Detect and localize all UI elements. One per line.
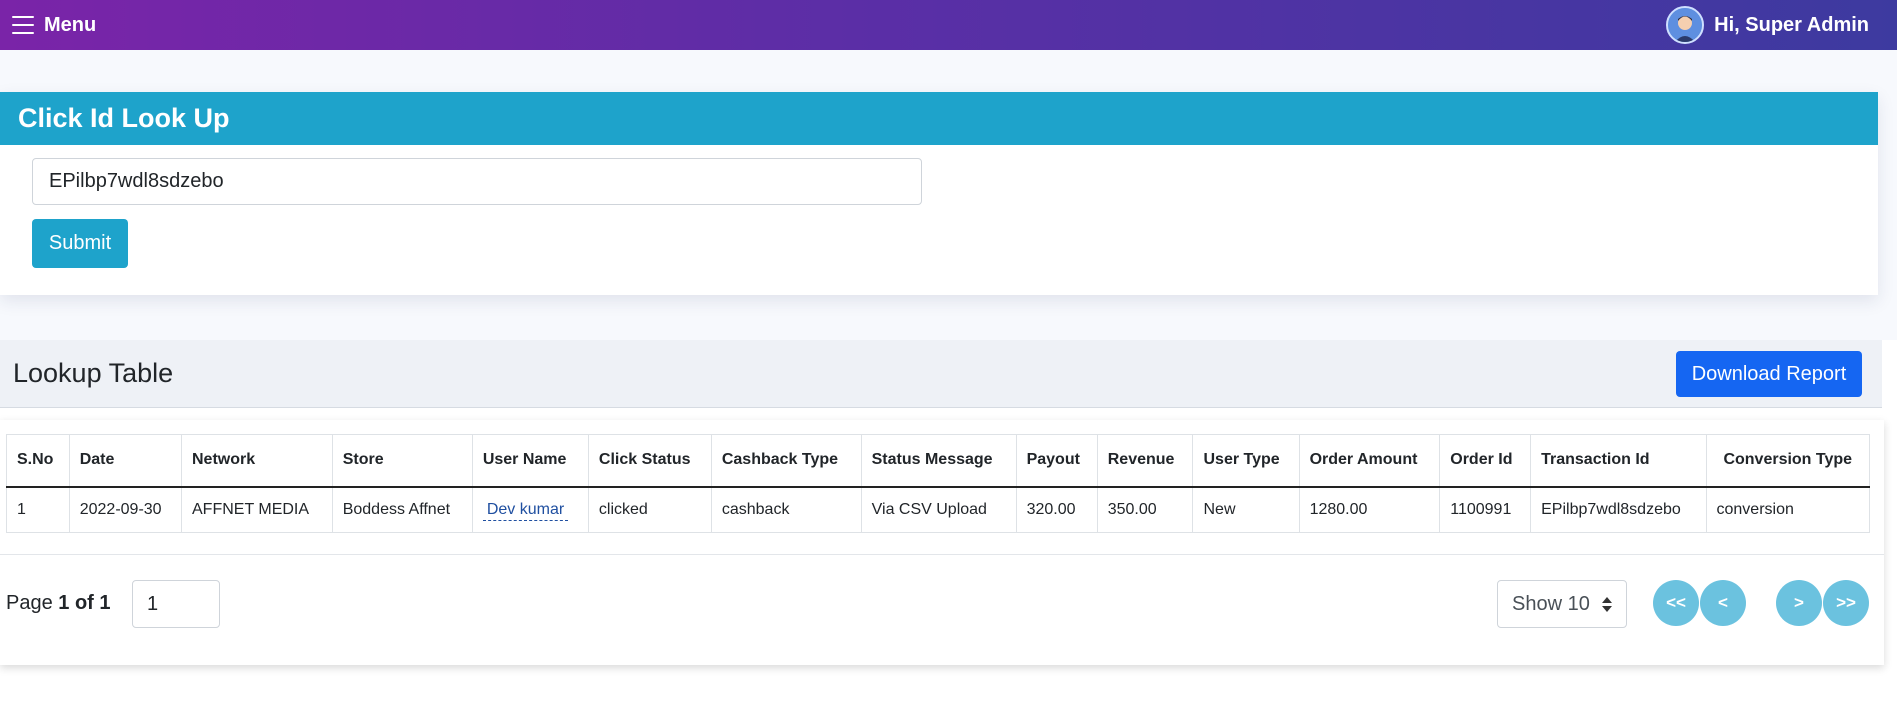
lookup-table-header: Lookup Table Download Report bbox=[0, 340, 1882, 408]
cell-sno: 1 bbox=[6, 486, 70, 533]
page-number-input[interactable] bbox=[132, 580, 220, 628]
column-header-store: Store bbox=[331, 434, 473, 488]
column-header-order-id: Order Id bbox=[1439, 434, 1532, 488]
column-header-sno: S.No bbox=[6, 434, 70, 488]
column-header-transaction-id: Transaction Id bbox=[1530, 434, 1707, 488]
column-header-user-type: User Type bbox=[1192, 434, 1300, 488]
cell-click-status: clicked bbox=[587, 486, 712, 533]
column-header-date: Date bbox=[68, 434, 183, 488]
cell-user-name: Dev kumar bbox=[471, 486, 589, 533]
lookup-table: S.No Date Network Store User Name Click … bbox=[6, 434, 1870, 533]
column-header-order-amount: Order Amount bbox=[1298, 434, 1441, 488]
column-header-revenue: Revenue bbox=[1096, 434, 1194, 488]
table-header-row: S.No Date Network Store User Name Click … bbox=[6, 434, 1870, 488]
next-page-button[interactable]: > bbox=[1776, 580, 1822, 626]
user-name-link[interactable]: Dev kumar bbox=[482, 500, 569, 521]
top-navbar: Menu Hi, Super Admin bbox=[0, 0, 1897, 50]
cell-payout: 320.00 bbox=[1015, 486, 1098, 533]
cell-transaction-id: EPilbp7wdl8sdzebo bbox=[1530, 486, 1707, 533]
first-page-button[interactable]: << bbox=[1653, 580, 1699, 626]
menu-toggle-button[interactable]: Menu bbox=[12, 10, 96, 40]
column-header-network: Network bbox=[181, 434, 333, 488]
table-row: 1 2022-09-30 AFFNET MEDIA Boddess Affnet… bbox=[6, 486, 1870, 533]
hamburger-icon bbox=[12, 16, 34, 34]
menu-label: Menu bbox=[44, 13, 97, 36]
column-header-cashback-type: Cashback Type bbox=[710, 434, 862, 488]
lookup-card-title: Click Id Look Up bbox=[18, 103, 230, 133]
column-header-user-name: User Name bbox=[471, 434, 589, 488]
click-id-input[interactable] bbox=[32, 158, 922, 205]
page-size-value: Show 10 bbox=[1512, 592, 1590, 615]
page-status: 1 of 1 bbox=[58, 592, 111, 614]
cell-user-type: New bbox=[1192, 486, 1300, 533]
cell-order-id: 1100991 bbox=[1439, 486, 1532, 533]
user-avatar-icon bbox=[1668, 8, 1703, 42]
submit-button[interactable]: Submit bbox=[32, 219, 128, 268]
select-arrows-icon bbox=[1602, 597, 1612, 612]
user-menu[interactable]: Hi, Super Admin bbox=[1666, 4, 1869, 46]
cell-conversion-type: conversion bbox=[1705, 486, 1870, 533]
cell-network: AFFNET MEDIA bbox=[181, 486, 333, 533]
last-page-button[interactable]: >> bbox=[1823, 580, 1869, 626]
user-greeting: Hi, Super Admin bbox=[1714, 13, 1869, 36]
cell-status-message: Via CSV Upload bbox=[860, 486, 1017, 533]
column-header-click-status: Click Status bbox=[587, 434, 712, 488]
table-footer-divider bbox=[0, 554, 1884, 555]
page-size-select[interactable]: Show 10 bbox=[1497, 580, 1627, 628]
avatar bbox=[1666, 6, 1705, 44]
download-report-button[interactable]: Download Report bbox=[1676, 351, 1862, 397]
lookup-card-header: Click Id Look Up bbox=[0, 92, 1878, 145]
column-header-payout: Payout bbox=[1015, 434, 1098, 488]
lookup-table-card: S.No Date Network Store User Name Click … bbox=[0, 420, 1884, 665]
previous-page-button[interactable]: < bbox=[1700, 580, 1746, 626]
page-prefix: Page bbox=[6, 592, 53, 614]
cell-date: 2022-09-30 bbox=[68, 486, 183, 533]
column-header-conversion-type: Conversion Type bbox=[1705, 434, 1870, 488]
lookup-table-title: Lookup Table bbox=[13, 358, 174, 388]
cell-store: Boddess Affnet bbox=[331, 486, 473, 533]
column-header-status-message: Status Message bbox=[860, 434, 1017, 488]
cell-order-amount: 1280.00 bbox=[1298, 486, 1441, 533]
page-indicator: Page 1 of 1 bbox=[6, 592, 111, 615]
click-id-lookup-card: Click Id Look Up Submit bbox=[0, 92, 1878, 295]
cell-revenue: 350.00 bbox=[1096, 486, 1194, 533]
cell-cashback-type: cashback bbox=[710, 486, 862, 533]
